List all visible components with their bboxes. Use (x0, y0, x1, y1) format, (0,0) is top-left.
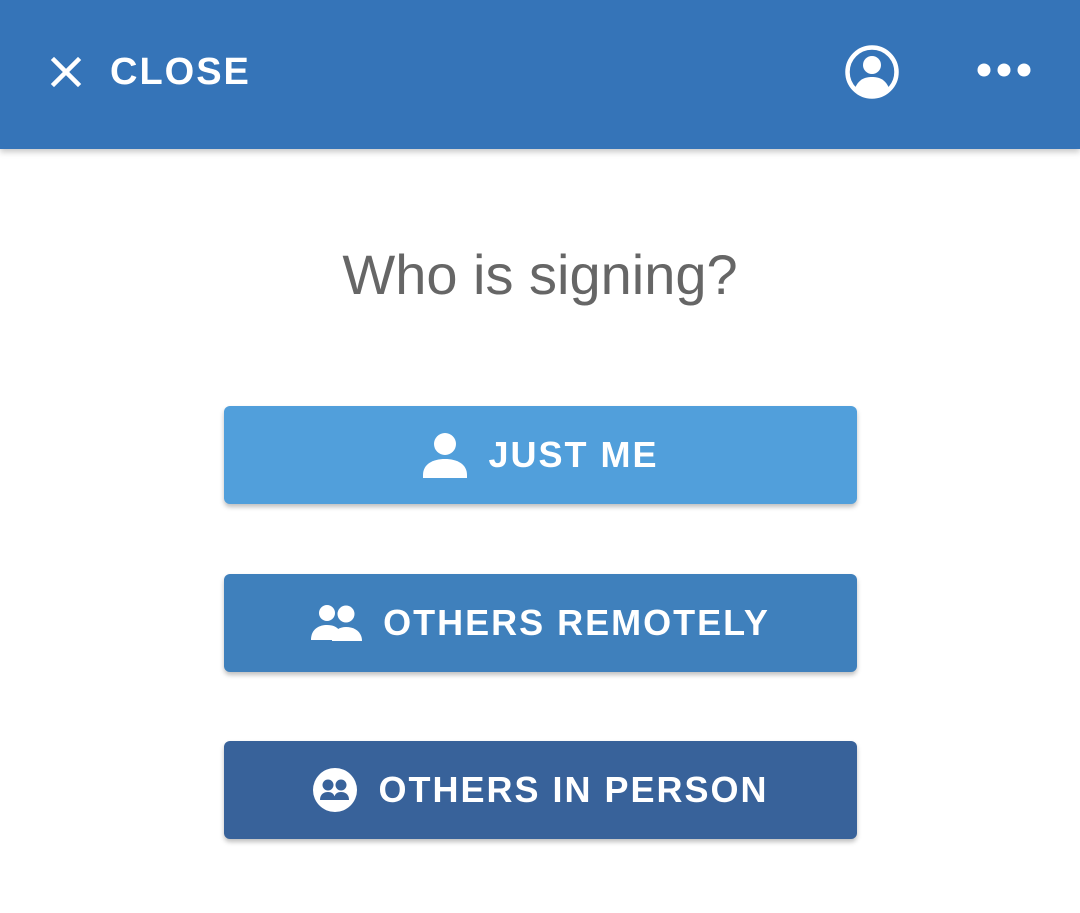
others-in-person-button[interactable]: OTHERS IN PERSON (224, 741, 857, 839)
people-icon (311, 604, 363, 642)
more-horizontal-icon (976, 62, 1032, 83)
account-circle-icon (844, 44, 900, 105)
just-me-label: JUST ME (488, 434, 659, 475)
more-options-button[interactable] (968, 44, 1040, 100)
person-icon (422, 431, 468, 479)
close-button[interactable]: CLOSE (36, 36, 251, 108)
just-me-button[interactable]: JUST ME (224, 406, 857, 504)
close-label: CLOSE (110, 50, 251, 93)
profile-button[interactable] (838, 40, 906, 108)
others-in-person-label: OTHERS IN PERSON (378, 769, 769, 810)
app-bar: CLOSE (0, 0, 1080, 149)
page-title: Who is signing? (342, 243, 738, 306)
others-remotely-button[interactable]: OTHERS REMOTELY (224, 574, 857, 672)
people-in-person-icon (312, 767, 358, 813)
others-remotely-label: OTHERS REMOTELY (383, 602, 770, 643)
close-icon (48, 54, 84, 90)
